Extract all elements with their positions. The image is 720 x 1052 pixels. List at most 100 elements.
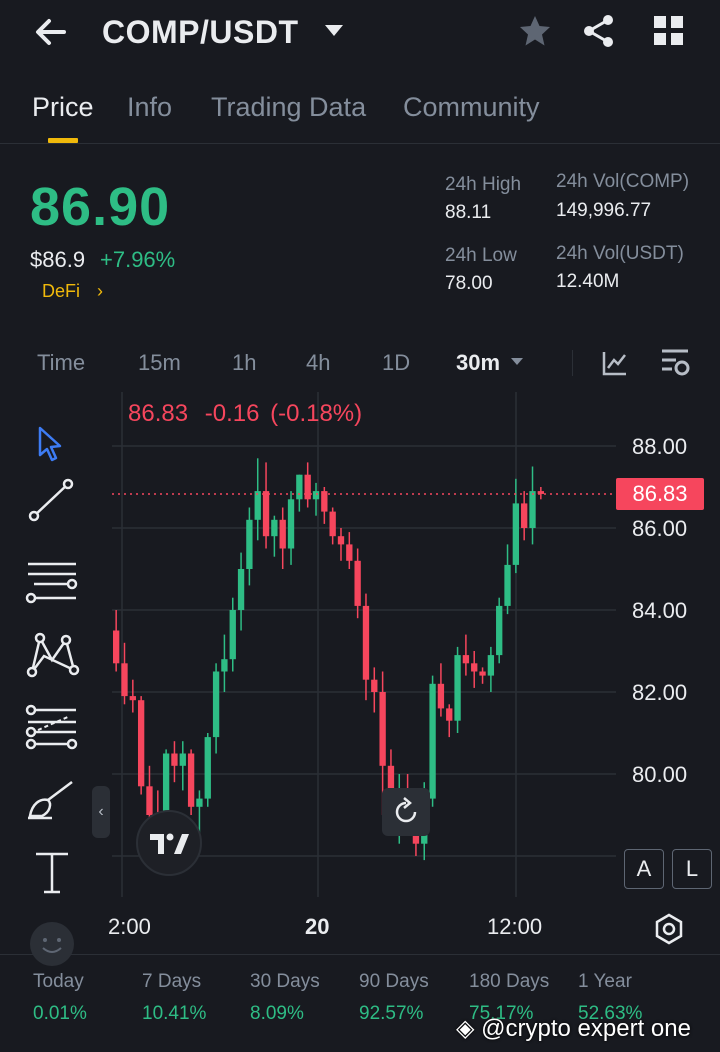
candlestick-chart[interactable] bbox=[0, 392, 720, 952]
perf-label-180d: 180 Days bbox=[469, 971, 550, 992]
log-scale-button[interactable]: L bbox=[672, 849, 712, 889]
usd-price: $86.9 bbox=[30, 247, 86, 272]
candle-body bbox=[496, 605, 503, 656]
x-tick-label: 2:00 bbox=[108, 914, 151, 939]
tradingview-logo bbox=[136, 810, 202, 876]
change-percent: +7.96% bbox=[100, 247, 176, 272]
interval-30m[interactable]: 30m bbox=[456, 350, 500, 376]
reset-chart-button[interactable] bbox=[382, 788, 430, 836]
low-value: 78.00 bbox=[445, 273, 493, 294]
tab-info[interactable]: Info bbox=[127, 92, 172, 123]
pattern-icon[interactable] bbox=[22, 630, 82, 682]
candle-body bbox=[196, 798, 203, 807]
interval-15m[interactable]: 15m bbox=[138, 350, 181, 376]
pair-title[interactable]: COMP/USDT bbox=[102, 14, 299, 51]
y-tick-label: 86.00 bbox=[632, 516, 688, 541]
arrow-left-icon[interactable] bbox=[34, 16, 68, 48]
perf-label-1y: 1 Year bbox=[578, 971, 632, 992]
tab-community[interactable]: Community bbox=[403, 92, 540, 123]
interval-4h[interactable]: 4h bbox=[306, 350, 330, 376]
y-tick-label: 84.00 bbox=[632, 598, 688, 623]
y-tick-label: 80.00 bbox=[632, 762, 688, 787]
chart-settings-hex-icon[interactable] bbox=[652, 912, 686, 946]
candle-body bbox=[437, 683, 445, 709]
chart-settings-icon[interactable] bbox=[660, 348, 692, 378]
candle-body bbox=[487, 655, 495, 676]
drawing-toolbar bbox=[0, 392, 104, 966]
x-tick-label: 20 bbox=[305, 914, 330, 939]
tab-price[interactable]: Price bbox=[32, 92, 94, 123]
candle-body bbox=[221, 659, 228, 672]
indicator-chart-icon[interactable] bbox=[602, 350, 628, 376]
star-icon[interactable] bbox=[518, 15, 552, 47]
watermark-text: @crypto expert one bbox=[481, 1015, 691, 1042]
interval-bar: Time 15m 1h 4h 1D 30m bbox=[0, 340, 720, 390]
candle-body bbox=[371, 679, 378, 692]
tab-trading-data[interactable]: Trading Data bbox=[211, 92, 366, 123]
chevron-right-icon: › bbox=[97, 281, 104, 301]
category-tag[interactable]: DeFi › bbox=[42, 281, 103, 302]
candle-body bbox=[379, 692, 386, 766]
perf-label-30d: 30 Days bbox=[250, 971, 320, 992]
candle-body bbox=[529, 491, 536, 528]
high-label: 24h High bbox=[445, 174, 522, 195]
share-icon[interactable] bbox=[582, 14, 616, 48]
candle-body bbox=[237, 569, 245, 610]
brush-icon[interactable] bbox=[22, 776, 82, 828]
candle-body bbox=[521, 503, 528, 528]
cursor-icon[interactable] bbox=[22, 418, 82, 470]
interval-1d[interactable]: 1D bbox=[382, 350, 410, 376]
horizontal-lines-icon[interactable] bbox=[22, 554, 82, 606]
caret-down-icon[interactable] bbox=[324, 24, 344, 38]
candle-body bbox=[296, 474, 303, 500]
top-bar: COMP/USDT bbox=[0, 0, 720, 66]
grid-icon[interactable] bbox=[654, 16, 684, 46]
fib-lines-icon[interactable] bbox=[22, 702, 82, 754]
candle-body bbox=[229, 610, 236, 660]
candle-body bbox=[446, 708, 453, 721]
current-price-tag: 86.83 bbox=[616, 478, 704, 510]
perf-label-today: Today bbox=[33, 971, 84, 992]
candle-body bbox=[312, 491, 320, 500]
auto-scale-button[interactable]: A bbox=[624, 849, 664, 889]
candle-body bbox=[471, 663, 478, 672]
vol-quote-label: 24h Vol(USDT) bbox=[556, 243, 684, 264]
candle-body bbox=[337, 536, 345, 545]
candle-body bbox=[354, 560, 361, 606]
diamond-logo-icon: ◈ bbox=[456, 1015, 475, 1042]
y-tick-label: 88.00 bbox=[632, 434, 688, 459]
candle-body bbox=[329, 511, 336, 537]
trend-line-icon[interactable] bbox=[22, 474, 82, 526]
candle-body bbox=[512, 503, 520, 565]
candle-body bbox=[429, 683, 436, 799]
candle-body bbox=[262, 491, 270, 537]
candle-body bbox=[212, 671, 220, 738]
ohlc-change: -0.16 bbox=[204, 400, 260, 427]
candle-body bbox=[146, 786, 153, 815]
ohlc-change-pct: (-0.18%) bbox=[270, 400, 363, 427]
candle-body bbox=[504, 564, 511, 606]
refresh-icon bbox=[395, 797, 417, 823]
candle-body bbox=[137, 700, 145, 787]
ohlc-legend: 86.83 -0.16 (-0.18%) bbox=[128, 400, 362, 428]
candle-body bbox=[346, 544, 353, 561]
last-price: 86.90 bbox=[30, 177, 171, 237]
collapse-toolbar-handle[interactable]: ‹ bbox=[92, 786, 110, 838]
x-tick-label: 12:00 bbox=[487, 914, 543, 939]
caret-down-icon[interactable] bbox=[510, 357, 524, 367]
candle-body bbox=[479, 671, 486, 676]
high-value: 88.11 bbox=[445, 202, 492, 223]
ohlc-price: 86.83 bbox=[128, 400, 189, 427]
perf-value-7d: 10.41% bbox=[142, 1003, 207, 1024]
watermark: ◈ @crypto expert one bbox=[456, 1014, 691, 1043]
candle-body bbox=[254, 491, 261, 520]
tradingview-icon bbox=[150, 833, 189, 854]
interval-time[interactable]: Time bbox=[37, 350, 85, 376]
candle-body bbox=[129, 696, 136, 701]
candle-body bbox=[462, 655, 470, 664]
interval-1h[interactable]: 1h bbox=[232, 350, 256, 376]
text-tool-icon[interactable] bbox=[22, 848, 82, 900]
interval-divider bbox=[572, 350, 573, 376]
candle-body bbox=[246, 519, 253, 569]
perf-value-90d: 92.57% bbox=[359, 1003, 424, 1024]
